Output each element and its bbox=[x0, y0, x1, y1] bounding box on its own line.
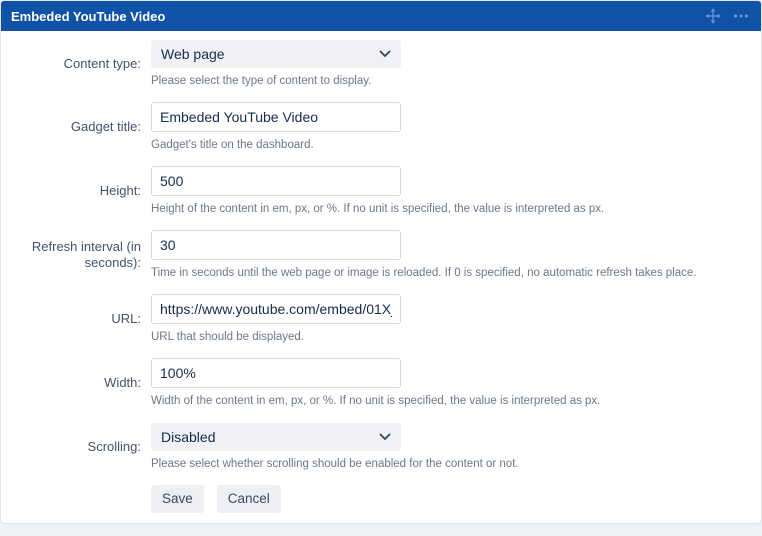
move-icon[interactable] bbox=[705, 8, 721, 24]
save-button[interactable]: Save bbox=[151, 485, 204, 513]
height-input[interactable] bbox=[151, 166, 401, 196]
form-actions: Save Cancel bbox=[151, 485, 741, 513]
gadget-title-help: Gadget's title on the dashboard. bbox=[151, 138, 741, 152]
scrolling-selected-value: Disabled bbox=[161, 429, 215, 445]
field-row-scrolling: Scrolling: Disabled Please select whethe… bbox=[1, 422, 741, 471]
cancel-button[interactable]: Cancel bbox=[217, 485, 281, 513]
field-row-content-type: Content type: Web page Please select the… bbox=[1, 39, 741, 88]
field-row-width: Width: Width of the content in em, px, o… bbox=[1, 358, 741, 408]
field-row-url: URL: URL that should be displayed. bbox=[1, 294, 741, 344]
gadget-header: Embeded YouTube Video bbox=[1, 1, 761, 31]
refresh-interval-input[interactable] bbox=[151, 230, 401, 260]
width-input[interactable] bbox=[151, 358, 401, 388]
scrolling-select[interactable]: Disabled bbox=[151, 423, 401, 451]
url-input[interactable] bbox=[151, 294, 401, 324]
field-row-height: Height: Height of the content in em, px,… bbox=[1, 166, 741, 216]
gadget-config-form: Content type: Web page Please select the… bbox=[1, 31, 761, 523]
content-type-select[interactable]: Web page bbox=[151, 40, 401, 68]
gadget-title-label: Gadget title: bbox=[1, 102, 151, 152]
content-type-selected-value: Web page bbox=[161, 46, 225, 62]
url-help: URL that should be displayed. bbox=[151, 330, 741, 344]
refresh-interval-label: Refresh interval (in seconds): bbox=[1, 230, 151, 280]
field-row-refresh-interval: Refresh interval (in seconds): Time in s… bbox=[1, 230, 741, 280]
url-label: URL: bbox=[1, 294, 151, 344]
ellipsis-icon[interactable] bbox=[733, 8, 749, 24]
field-row-gadget-title: Gadget title: Gadget's title on the dash… bbox=[1, 102, 741, 152]
gadget-title: Embeded YouTube Video bbox=[11, 9, 165, 24]
gadget-title-input[interactable] bbox=[151, 102, 401, 132]
gadget-header-actions bbox=[705, 8, 749, 24]
gadget-panel: Embeded YouTube Video bbox=[0, 0, 762, 524]
chevron-down-icon bbox=[379, 50, 391, 58]
refresh-interval-help: Time in seconds until the web page or im… bbox=[151, 266, 741, 280]
width-help: Width of the content in em, px, or %. If… bbox=[151, 394, 741, 408]
content-type-help: Please select the type of content to dis… bbox=[151, 74, 741, 88]
height-help: Height of the content in em, px, or %. I… bbox=[151, 202, 741, 216]
width-label: Width: bbox=[1, 358, 151, 408]
scrolling-help: Please select whether scrolling should b… bbox=[151, 457, 741, 471]
scrolling-label: Scrolling: bbox=[1, 422, 151, 471]
content-type-label: Content type: bbox=[1, 39, 151, 88]
height-label: Height: bbox=[1, 166, 151, 216]
chevron-down-icon bbox=[379, 433, 391, 441]
